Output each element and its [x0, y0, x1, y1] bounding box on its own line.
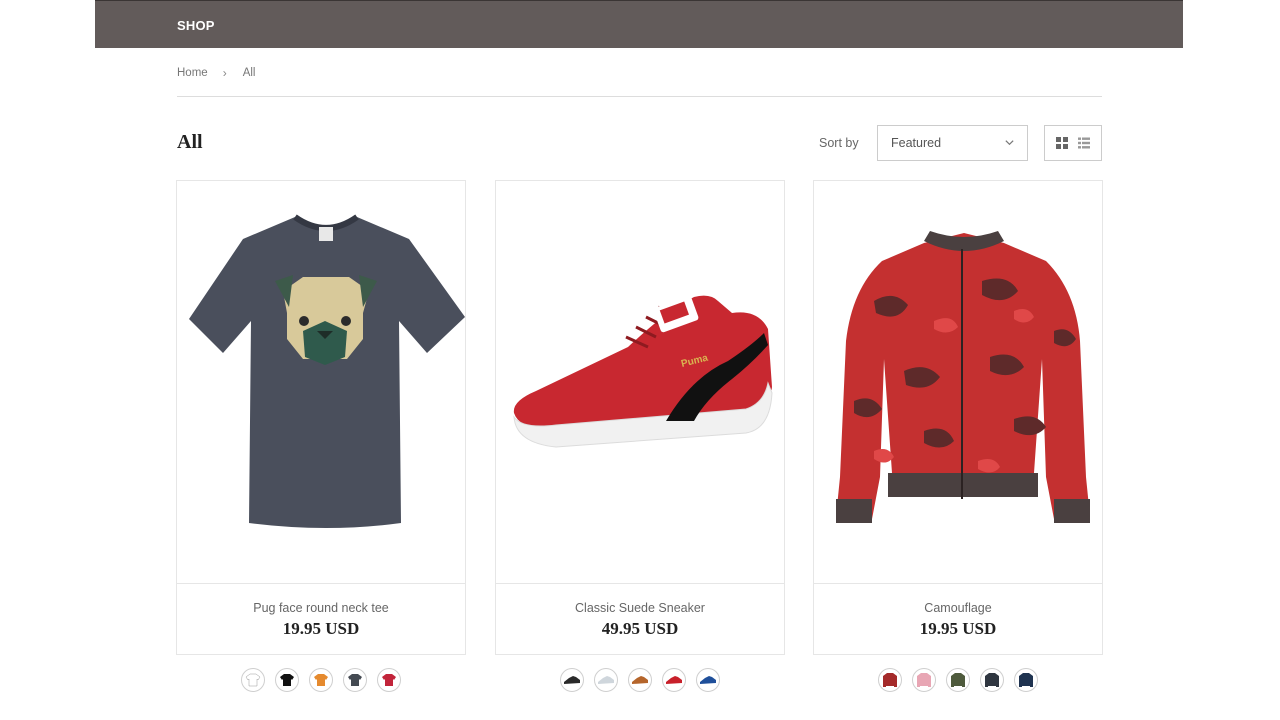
swatch-sneaker-variant[interactable] [662, 668, 686, 692]
breadcrumb-separator: › [222, 66, 227, 80]
product-card[interactable]: Pug face round neck tee 19.95 USD [176, 180, 466, 655]
jacket-swatch-icon [1019, 673, 1033, 687]
swatch-sneaker-variant[interactable] [628, 668, 652, 692]
swatch-jacket-variant[interactable] [946, 668, 970, 692]
shirt-swatch-icon [280, 674, 294, 686]
shirt-swatch-icon [314, 674, 328, 686]
swatch-jacket-variant[interactable] [878, 668, 902, 692]
shoe-swatch-icon [564, 676, 580, 684]
page-title: All [177, 131, 203, 153]
jacket-swatch-icon [883, 673, 897, 687]
product-price: 19.95 USD [919, 619, 997, 638]
divider [177, 96, 1102, 97]
nav-shop-link[interactable]: SHOP [177, 18, 215, 33]
red-sneaker-image: Puma [513, 295, 773, 448]
product-info: Classic Suede Sneaker 49.95 USD [496, 583, 784, 655]
swatch-sneaker-variant[interactable] [560, 668, 584, 692]
swatch-tee-variant[interactable] [241, 668, 265, 692]
product-image-pug-tee[interactable] [177, 181, 465, 583]
shirt-swatch-icon [245, 673, 261, 687]
shoe-swatch-icon [632, 676, 648, 684]
jacket-swatch-icon [985, 673, 999, 687]
product-name[interactable]: Camouflage [814, 601, 1102, 615]
list-view-icon[interactable] [1077, 136, 1091, 150]
color-swatches [813, 668, 1103, 692]
sort-select[interactable]: Featured [877, 125, 1028, 161]
product-info: Camouflage 19.95 USD [814, 583, 1102, 655]
color-swatches [176, 668, 466, 692]
product-card[interactable]: Camouflage 19.95 USD [813, 180, 1103, 655]
sort-label: Sort by [819, 136, 859, 150]
breadcrumb-home-link[interactable]: Home [177, 67, 208, 79]
swatch-tee-variant[interactable] [343, 668, 367, 692]
shirt-swatch-icon [348, 674, 362, 686]
swatch-jacket-variant[interactable] [980, 668, 1004, 692]
product-name[interactable]: Pug face round neck tee [177, 601, 465, 615]
chevron-down-icon [1005, 140, 1014, 146]
shoe-swatch-icon [598, 676, 614, 684]
swatch-sneaker-variant[interactable] [696, 668, 720, 692]
product-price: 49.95 USD [601, 619, 679, 638]
shoe-swatch-icon [700, 676, 716, 684]
grid-view-icon[interactable] [1055, 136, 1069, 150]
product-price: 19.95 USD [282, 619, 360, 638]
breadcrumb: Home › All [177, 66, 255, 80]
product-name[interactable]: Classic Suede Sneaker [496, 601, 784, 615]
swatch-tee-variant[interactable] [275, 668, 299, 692]
pug-tshirt-image [189, 214, 465, 528]
jacket-swatch-icon [917, 673, 931, 687]
product-image-sneaker[interactable]: Puma [496, 181, 784, 583]
swatch-sneaker-variant[interactable] [594, 668, 618, 692]
shoe-swatch-icon [666, 676, 682, 684]
shirt-swatch-icon [382, 674, 396, 686]
swatch-jacket-variant[interactable] [912, 668, 936, 692]
swatch-tee-variant[interactable] [377, 668, 401, 692]
swatch-tee-variant[interactable] [309, 668, 333, 692]
product-image-camouflage[interactable] [814, 181, 1102, 583]
sort-selected-value: Featured [891, 136, 942, 150]
product-card[interactable]: Puma Classic Suede Sneaker 49.95 USD [495, 180, 785, 655]
top-navigation-bar: SHOP [95, 0, 1183, 48]
swatch-jacket-variant[interactable] [1014, 668, 1038, 692]
product-info: Pug face round neck tee 19.95 USD [177, 583, 465, 655]
camo-jacket-image [836, 231, 1090, 523]
view-toggle [1044, 125, 1102, 161]
breadcrumb-current: All [242, 67, 256, 79]
color-swatches [495, 668, 785, 692]
jacket-swatch-icon [951, 673, 965, 687]
